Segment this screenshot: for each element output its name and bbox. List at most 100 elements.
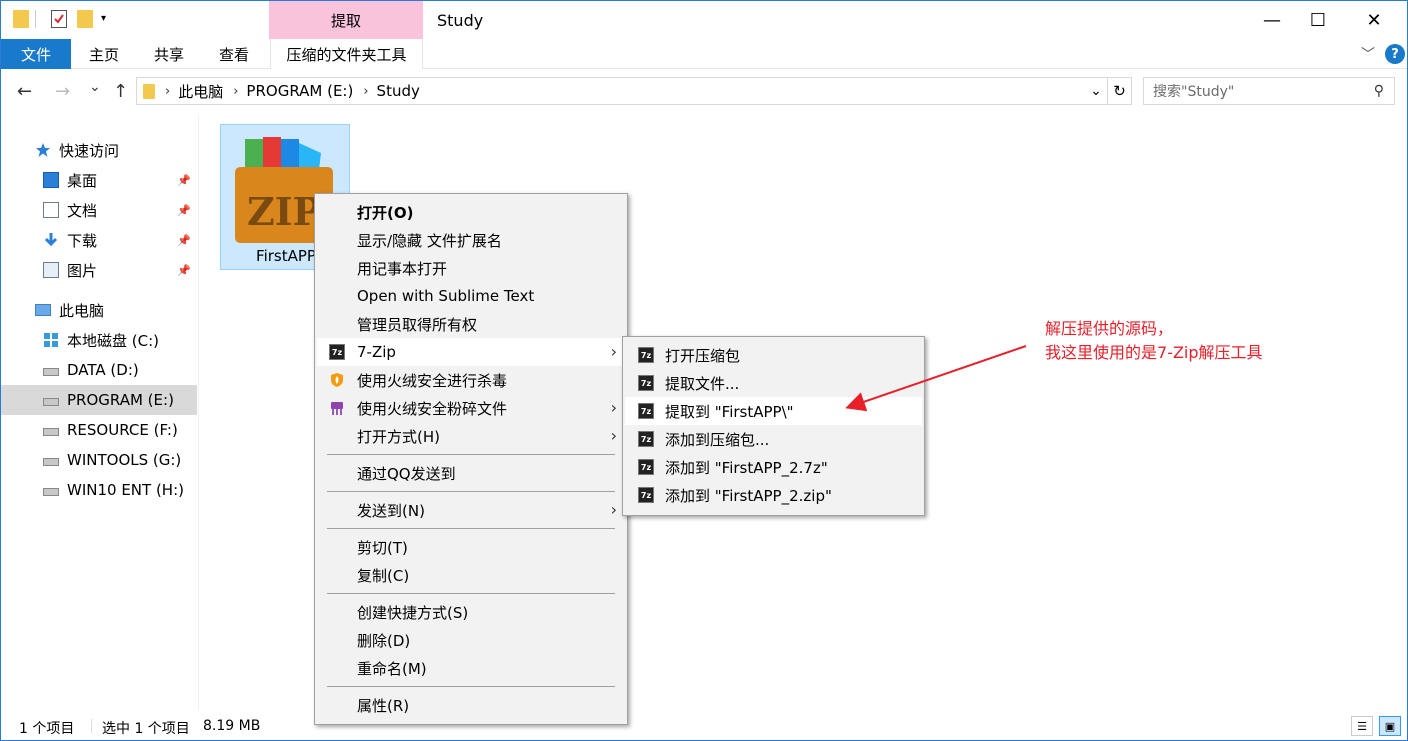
sidebar-item-label: 此电脑 (59, 301, 105, 320)
sidebar-item-drive-f[interactable]: RESOURCE (F:) (1, 415, 197, 445)
breadcrumb-separator[interactable]: › (233, 84, 238, 99)
menu-item-open[interactable]: 打开(O) (317, 198, 625, 226)
breadcrumb-study[interactable]: Study (377, 82, 420, 100)
large-icons-view-icon[interactable]: ▣ (1379, 716, 1401, 736)
menu-item-label: 打开方式(H) (357, 427, 440, 446)
menu-item-rename[interactable]: 重命名(M) (317, 654, 625, 682)
breadcrumb-program-drive[interactable]: PROGRAM (E:) (246, 82, 353, 100)
menu-item-open-sublime[interactable]: Open with Sublime Text (317, 282, 625, 310)
submenu-arrow-icon: › (610, 342, 617, 361)
submenu-item-add-to-7z[interactable]: 7z 添加到 "FirstAPP_2.7z" (625, 453, 922, 481)
pin-icon[interactable]: 📌 (177, 204, 191, 217)
sidebar-item-drive-d[interactable]: DATA (D:) (1, 355, 197, 385)
tab-file[interactable]: 文件 (1, 39, 71, 69)
address-bar[interactable]: › 此电脑 › PROGRAM (E:) › Study ⌄ ↻ (136, 77, 1132, 105)
sidebar-item-drive-c[interactable]: 本地磁盘 (C:) (1, 325, 197, 355)
menu-item-create-shortcut[interactable]: 创建快捷方式(S) (317, 598, 625, 626)
submenu-item-extract-to-folder[interactable]: 7z 提取到 "FirstAPP\" (625, 397, 922, 425)
sidebar-item-drive-g[interactable]: WINTOOLS (G:) (1, 445, 197, 475)
new-folder-icon[interactable] (77, 10, 93, 28)
submenu-item-add-to-zip[interactable]: 7z 添加到 "FirstAPP_2.zip" (625, 481, 922, 509)
submenu-item-label: 添加到 "FirstAPP_2.zip" (665, 486, 832, 505)
sidebar-item-label: 本地磁盘 (C:) (67, 331, 159, 350)
computer-icon (35, 304, 51, 316)
drive-icon (43, 458, 59, 466)
drive-icon (43, 368, 59, 376)
up-button[interactable]: ↑ (113, 81, 128, 102)
pin-icon[interactable]: 📌 (177, 174, 191, 187)
tab-compressed-folder-tools[interactable]: 压缩的文件夹工具 (270, 39, 423, 69)
menu-item-label: 使用火绒安全粉碎文件 (357, 399, 508, 418)
tab-home[interactable]: 主页 (79, 39, 129, 69)
sidebar-item-label: DATA (D:) (67, 361, 139, 379)
details-view-icon[interactable]: ☰ (1351, 716, 1373, 736)
search-input[interactable]: 搜索"Study" ⚲ (1143, 77, 1395, 105)
7zip-icon: 7z (638, 431, 654, 447)
recent-locations-button[interactable]: ⌄ (89, 79, 101, 95)
7zip-icon: 7z (638, 487, 654, 503)
menu-item-7zip[interactable]: 7z 7-Zip › (317, 338, 625, 366)
drive-icon (43, 488, 59, 496)
submenu-item-label: 打开压缩包 (665, 346, 741, 365)
sidebar-item-pictures[interactable]: 图片 📌 (1, 255, 197, 285)
submenu-item-extract-files[interactable]: 7z 提取文件... (625, 369, 922, 397)
menu-separator (327, 593, 615, 594)
menu-item-huorong-shred[interactable]: 使用火绒安全粉碎文件 › (317, 394, 625, 422)
menu-item-cut[interactable]: 剪切(T) (317, 533, 625, 561)
menu-item-qq-send[interactable]: 通过QQ发送到 (317, 459, 625, 487)
menu-item-open-notepad[interactable]: 用记事本打开 (317, 254, 625, 282)
customize-toolbar-icon[interactable]: ▾ (101, 13, 106, 24)
menu-item-delete[interactable]: 删除(D) (317, 626, 625, 654)
shredder-icon (329, 400, 345, 416)
windows-drive-icon (43, 332, 59, 348)
breadcrumb-separator[interactable]: › (363, 84, 368, 99)
submenu-arrow-icon: › (610, 500, 617, 519)
7zip-submenu: 7z 打开压缩包 7z 提取文件... 7z 提取到 "FirstAPP\" 7… (622, 336, 925, 516)
sidebar-item-drive-h[interactable]: WIN10 ENT (H:) (1, 475, 197, 505)
tab-share[interactable]: 共享 (144, 39, 194, 69)
refresh-icon[interactable]: ↻ (1107, 78, 1131, 104)
address-dropdown-icon[interactable]: ⌄ (1085, 83, 1107, 99)
menu-item-open-with[interactable]: 打开方式(H) › (317, 422, 625, 450)
breadcrumb-this-pc[interactable]: 此电脑 (178, 81, 223, 102)
menu-item-send-to[interactable]: 发送到(N) › (317, 496, 625, 524)
pin-icon[interactable]: 📌 (177, 234, 191, 247)
submenu-item-label: 提取到 "FirstAPP\" (665, 402, 794, 421)
expand-ribbon-icon[interactable]: ﹀ (1361, 44, 1375, 64)
sidebar-item-this-pc[interactable]: 此电脑 (1, 295, 197, 325)
sidebar-item-desktop[interactable]: 桌面 📌 (1, 165, 197, 195)
help-icon[interactable]: ? (1385, 44, 1405, 64)
star-icon (35, 142, 51, 158)
zip-label: ZIP (247, 189, 321, 234)
sidebar-item-documents[interactable]: 文档 📌 (1, 195, 197, 225)
menu-item-properties[interactable]: 属性(R) (317, 691, 625, 719)
menu-item-toggle-extension[interactable]: 显示/隐藏 文件扩展名 (317, 226, 625, 254)
drive-icon (43, 428, 59, 436)
window-title: Study (437, 11, 484, 30)
back-button[interactable]: ← (17, 81, 32, 102)
search-placeholder: 搜索"Study" (1153, 84, 1235, 100)
annotation-line: 我这里使用的是7-Zip解压工具 (1045, 343, 1263, 362)
tab-view[interactable]: 查看 (209, 39, 259, 69)
sidebar-item-quick-access[interactable]: 快速访问 (1, 135, 197, 165)
menu-item-huorong-scan[interactable]: 使用火绒安全进行杀毒 (317, 366, 625, 394)
submenu-item-open-archive[interactable]: 7z 打开压缩包 (625, 341, 922, 369)
properties-icon[interactable] (51, 10, 67, 28)
menu-item-take-ownership[interactable]: 管理员取得所有权 (317, 310, 625, 338)
navigation-bar: ← → ⌄ ↑ › 此电脑 › PROGRAM (E:) › Study ⌄ ↻… (1, 69, 1407, 115)
pin-icon[interactable]: 📌 (177, 264, 191, 277)
minimize-button[interactable]: — (1249, 1, 1295, 39)
sidebar-item-drive-e[interactable]: PROGRAM (E:) (1, 385, 197, 415)
forward-button[interactable]: → (55, 81, 70, 102)
menu-item-copy[interactable]: 复制(C) (317, 561, 625, 589)
breadcrumb-separator[interactable]: › (165, 84, 170, 99)
close-button[interactable]: ✕ (1351, 1, 1397, 39)
ribbon: 文件 主页 共享 查看 压缩的文件夹工具 ﹀ ? (1, 39, 1407, 69)
huorong-shield-icon (329, 372, 345, 388)
sidebar-item-label: 快速访问 (59, 141, 120, 160)
submenu-item-add-to-archive[interactable]: 7z 添加到压缩包... (625, 425, 922, 453)
sidebar-item-downloads[interactable]: 下载 📌 (1, 225, 197, 255)
maximize-button[interactable]: ☐ (1295, 1, 1341, 39)
context-tab-extract[interactable]: 提取 (269, 1, 423, 39)
search-icon[interactable]: ⚲ (1374, 83, 1384, 99)
